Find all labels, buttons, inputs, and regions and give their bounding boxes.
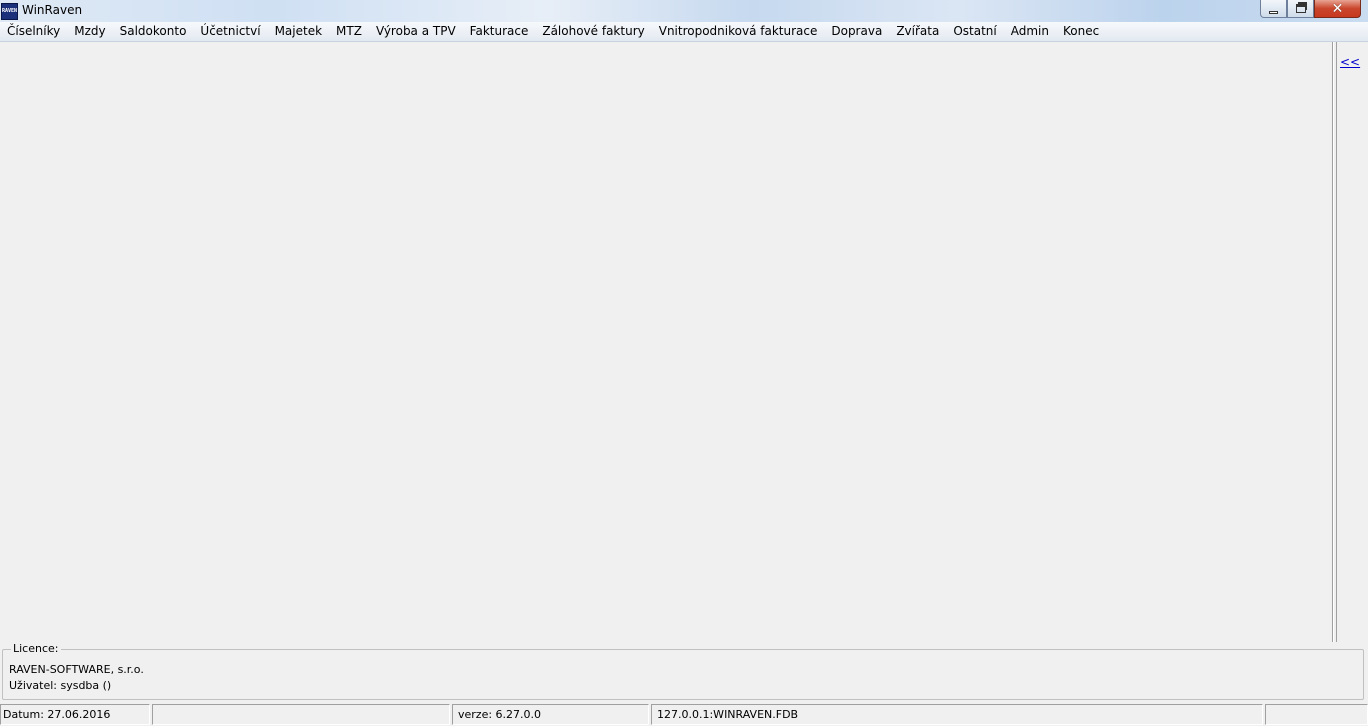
menu-bar: Číselníky Mzdy Saldokonto Účetnictví Maj… [0, 22, 1368, 42]
menu-admin[interactable]: Admin [1004, 22, 1056, 41]
menu-saldokonto[interactable]: Saldokonto [113, 22, 194, 41]
restore-button[interactable] [1287, 0, 1314, 18]
licence-company: RAVEN-SOFTWARE, s.r.o. [9, 663, 144, 676]
status-database: 127.0.0.1:WINRAVEN.FDB [651, 704, 1263, 725]
status-version: verze: 6.27.0.0 [452, 704, 649, 725]
status-bar: Datum: 27.06.2016 verze: 6.27.0.0 127.0.… [0, 703, 1368, 726]
menu-mtz[interactable]: MTZ [329, 22, 369, 41]
minimize-button[interactable] [1260, 0, 1287, 18]
status-panel-empty [152, 704, 450, 725]
status-date: Datum: 27.06.2016 [0, 704, 150, 725]
menu-ostatni[interactable]: Ostatní [946, 22, 1003, 41]
menu-vyroba-tpv[interactable]: Výroba a TPV [369, 22, 463, 41]
menu-doprava[interactable]: Doprava [824, 22, 889, 41]
licence-group: Licence: RAVEN-SOFTWARE, s.r.o. Uživatel… [2, 642, 1364, 700]
menu-vnitropodnikova-fakturace[interactable]: Vnitropodniková fakturace [652, 22, 825, 41]
licence-legend: Licence: [11, 642, 61, 655]
menu-ciselniky[interactable]: Číselníky [0, 22, 67, 41]
menu-mzdy[interactable]: Mzdy [67, 22, 112, 41]
status-panel-end [1265, 704, 1368, 725]
window-title: WinRaven [22, 3, 83, 17]
close-icon: ✕ [1331, 0, 1344, 17]
menu-konec[interactable]: Konec [1056, 22, 1106, 41]
licence-user: Uživatel: sysdba () [9, 679, 112, 692]
collapse-panel-link[interactable]: << [1340, 55, 1360, 69]
menu-majetek[interactable]: Majetek [268, 22, 329, 41]
menu-zvirata[interactable]: Zvířata [889, 22, 946, 41]
title-bar[interactable]: RAVEN WinRaven ✕ [0, 0, 1368, 23]
minimize-icon [1269, 11, 1278, 14]
menu-fakturace[interactable]: Fakturace [463, 22, 536, 41]
workspace-area [0, 42, 1332, 642]
side-panel: << [1332, 42, 1366, 642]
restore-icon [1295, 2, 1307, 13]
app-logo-icon[interactable]: RAVEN [1, 3, 18, 20]
menu-ucetnictvi[interactable]: Účetnictví [193, 22, 267, 41]
menu-zalohove-faktury[interactable]: Zálohové faktury [535, 22, 651, 41]
close-button[interactable]: ✕ [1314, 0, 1361, 18]
